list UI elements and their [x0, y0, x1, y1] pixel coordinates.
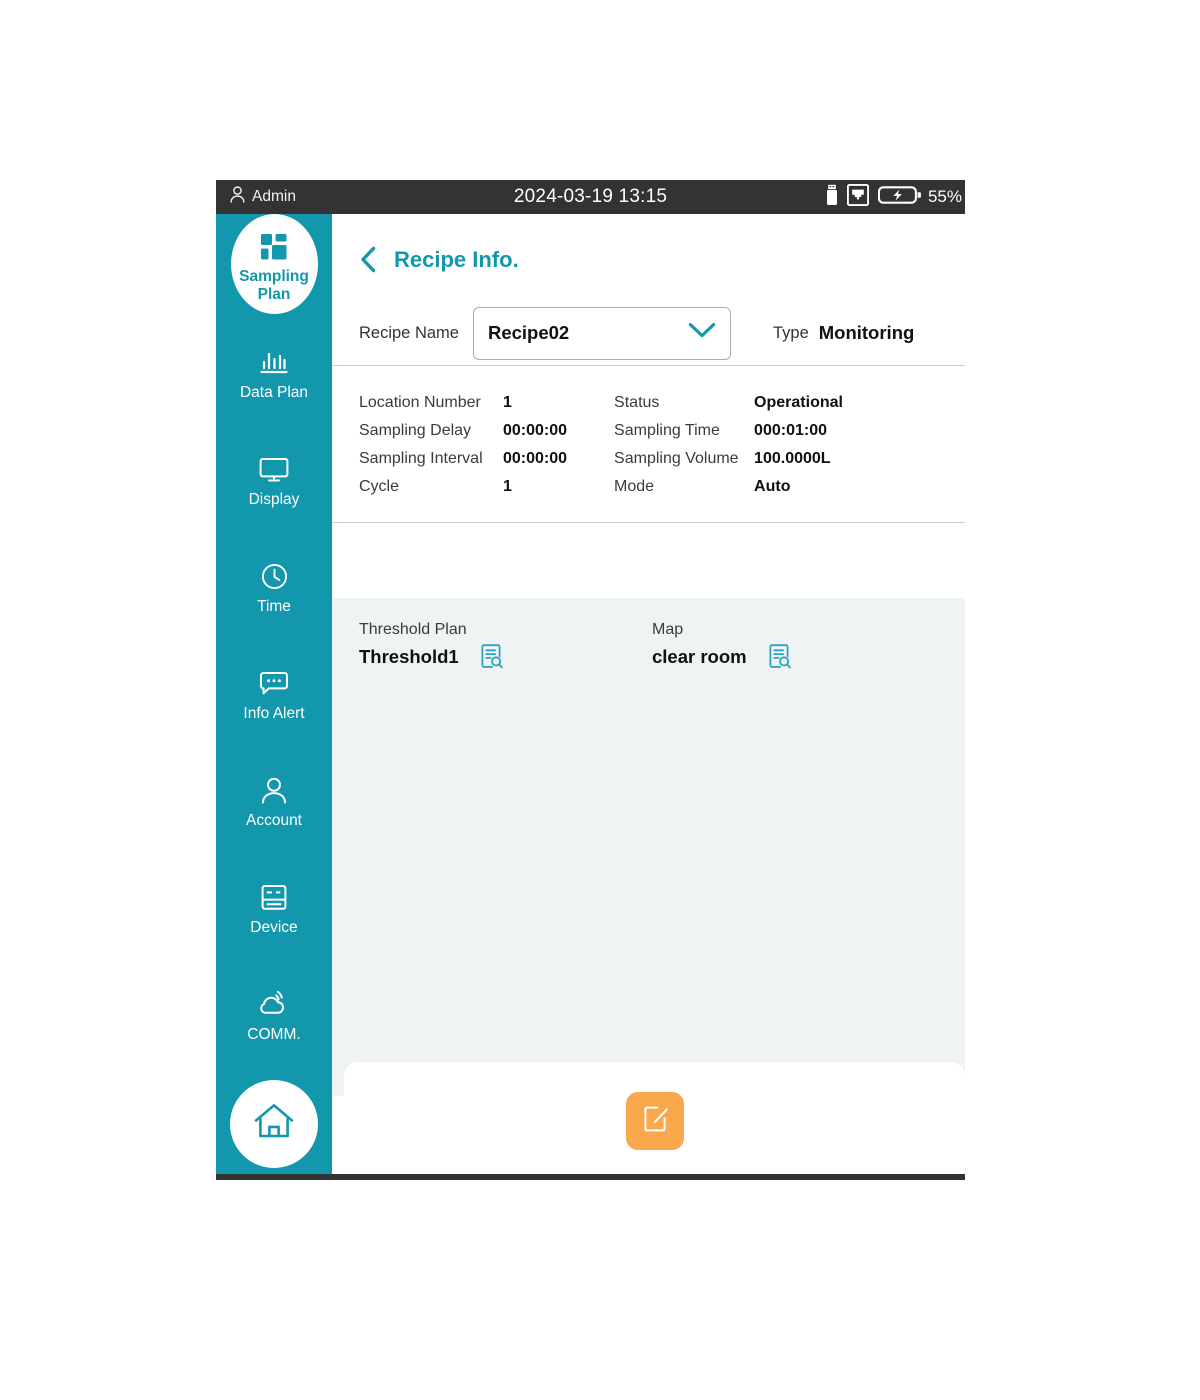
- recipe-name-select[interactable]: Recipe02: [472, 306, 731, 360]
- sidebar-item-data-plan[interactable]: Data Plan: [216, 321, 332, 428]
- param-key: Sampling Interval: [359, 450, 483, 467]
- device-screen: Admin 2024-03-19 13:15 55% Sampling Plan…: [216, 180, 965, 1180]
- action-bar: [344, 1062, 965, 1180]
- recipe-name-label: Recipe Name: [359, 323, 459, 342]
- param-key: Location Number: [359, 394, 481, 411]
- sidebar-item-display[interactable]: Display: [216, 428, 332, 535]
- panel-row: Threshold Plan Threshold1 Map clear room: [332, 598, 965, 669]
- sidebar-item-label: Account: [245, 811, 302, 829]
- cloud-signal-icon: [259, 990, 289, 1020]
- device-bottom-bezel: [216, 1174, 965, 1180]
- sidebar-item-device[interactable]: Device: [216, 856, 332, 963]
- param-key: Sampling Volume: [614, 450, 739, 467]
- usb-drive-icon: [826, 184, 838, 211]
- recipe-name-row: Recipe Name Recipe02 Type Monitoring: [332, 273, 965, 365]
- sidebar-item-info-alert[interactable]: Info Alert: [216, 642, 332, 749]
- sidebar-item-label: Data Plan: [239, 383, 309, 401]
- threshold-map-panel: Threshold Plan Threshold1 Map clear room: [332, 598, 965, 1096]
- param-value: 000:01:00: [754, 422, 827, 439]
- device-rack-icon: [261, 883, 287, 913]
- document-search-icon[interactable]: [769, 644, 791, 669]
- sidebar-item-sampling-plan[interactable]: Sampling Plan: [216, 214, 332, 321]
- param-key: Sampling Time: [614, 422, 720, 439]
- param-value: 00:00:00: [503, 422, 568, 439]
- parameters-left-column: Location Number 1 Sampling Delay 00:00:0…: [359, 394, 567, 496]
- edit-button[interactable]: [625, 1092, 684, 1150]
- status-bar: Admin 2024-03-19 13:15 55%: [216, 180, 965, 214]
- map-value: clear room: [652, 645, 747, 667]
- param-value: Auto: [754, 478, 791, 495]
- person-icon: [261, 776, 287, 806]
- home-icon: [253, 1102, 295, 1147]
- param-key: Cycle: [359, 478, 400, 495]
- param-key: Mode: [614, 478, 655, 495]
- monitor-icon: [259, 455, 289, 485]
- type-label: Type: [772, 323, 809, 342]
- map-group: Map clear room: [652, 621, 945, 669]
- sidebar-item-comm[interactable]: COMM.: [216, 963, 332, 1070]
- threshold-plan-value-row: Threshold1: [359, 644, 652, 669]
- ethernet-icon: [846, 183, 870, 211]
- map-label: Map: [652, 621, 684, 638]
- page-header: Recipe Info.: [332, 214, 965, 273]
- sidebar-item-label: Display: [248, 490, 300, 508]
- page-title: Recipe Info.: [394, 246, 519, 272]
- sidebar-item-label: Sampling Plan: [239, 267, 309, 303]
- sidebar-item-account[interactable]: Account: [216, 749, 332, 856]
- bar-chart-icon: [260, 348, 288, 378]
- content-area: Recipe Info. Recipe Name Recipe02 Type M…: [332, 214, 965, 1180]
- map-value-row: clear room: [652, 644, 945, 669]
- grid-tiles-icon: [261, 232, 287, 262]
- chevron-left-icon[interactable]: [359, 246, 377, 273]
- recipe-name-value: Recipe02: [487, 322, 570, 343]
- divider-bottom: [332, 522, 965, 523]
- param-key: Status: [614, 394, 660, 411]
- param-key: Sampling Delay: [359, 422, 472, 439]
- threshold-plan-value: Threshold1: [359, 645, 459, 667]
- clock-icon: [261, 562, 288, 592]
- home-button[interactable]: [230, 1080, 318, 1168]
- sidebar-item-label: COMM.: [247, 1025, 301, 1043]
- sidebar-item-label: Info Alert: [243, 704, 305, 722]
- threshold-plan-label: Threshold Plan: [359, 621, 467, 638]
- threshold-plan-group: Threshold Plan Threshold1: [359, 621, 652, 669]
- param-value: 00:00:00: [503, 450, 568, 467]
- sidebar-item-label: Time: [257, 597, 291, 615]
- battery-percentage: 55%: [927, 187, 962, 206]
- chat-bubble-icon: [259, 669, 289, 699]
- sidebar-item-time[interactable]: Time: [216, 535, 332, 642]
- param-value: 1: [503, 394, 512, 411]
- document-search-icon[interactable]: [481, 644, 503, 669]
- param-value: Operational: [754, 394, 843, 411]
- parameters-grid: Location Number 1 Sampling Delay 00:00:0…: [332, 366, 965, 522]
- parameters-right-column: Status Operational Sampling Time 000:01:…: [614, 394, 843, 496]
- sidebar: Sampling Plan Data Plan Display Time Inf…: [216, 214, 332, 1180]
- param-value: 1: [503, 478, 512, 495]
- edit-document-icon: [640, 1104, 670, 1139]
- battery-charging-icon: [877, 184, 922, 211]
- sidebar-item-label: Device: [250, 918, 298, 936]
- chevron-down-icon: [688, 322, 716, 344]
- param-value: 100.0000L: [754, 450, 831, 467]
- type-value: Monitoring: [818, 322, 915, 343]
- status-bar-indicators: 55%: [826, 183, 962, 211]
